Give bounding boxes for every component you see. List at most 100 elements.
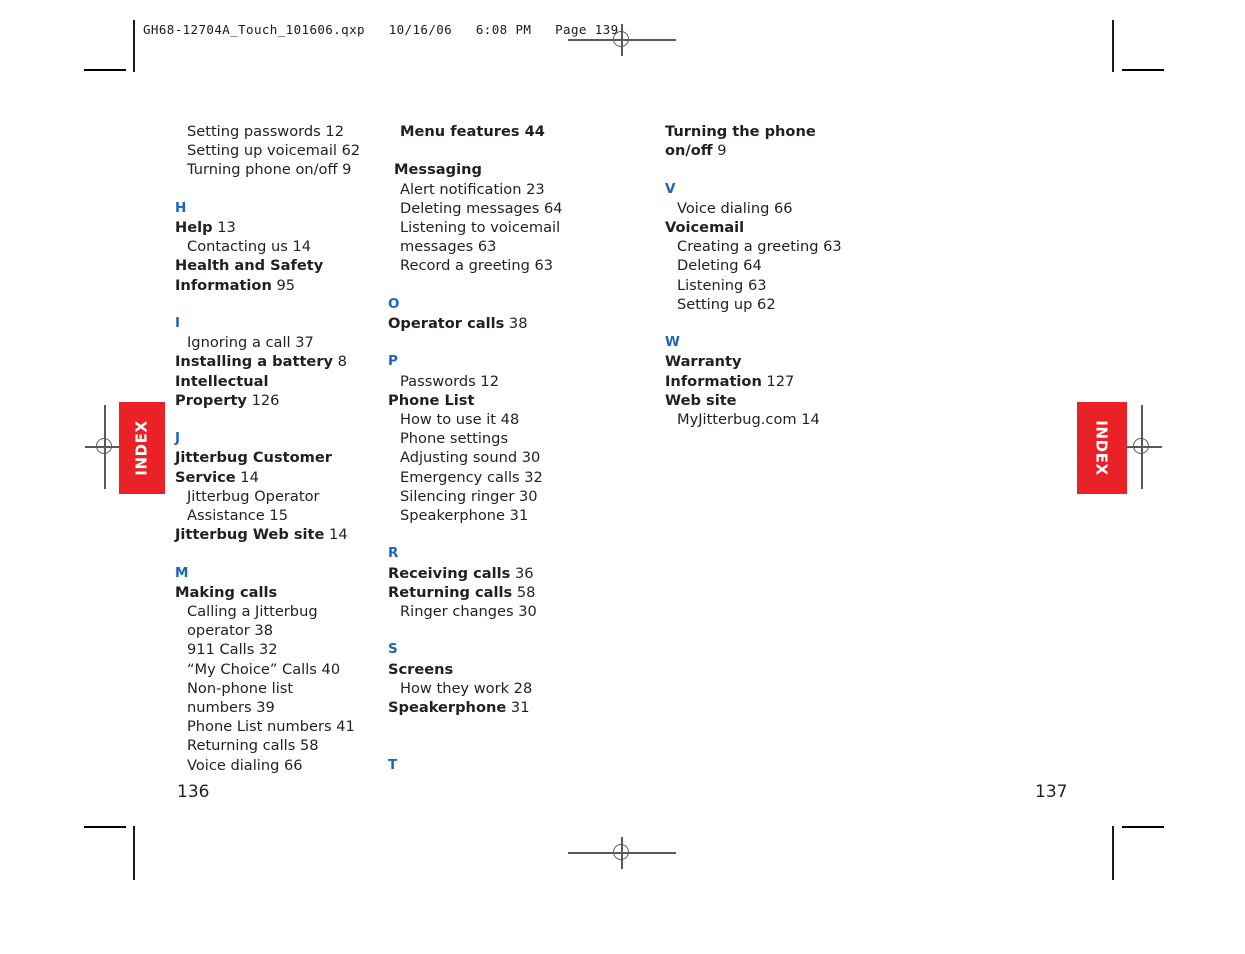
index-letter-heading: I [175,315,181,331]
index-subentry: Voice dialing 66 [665,199,895,218]
index-subentry: Speakerphone 31 [388,506,584,525]
index-subentry: Setting up voicemail 62 [175,141,371,160]
registration-ring [613,31,629,47]
index-entry-label: Setting passwords 12 [187,123,344,140]
registration-mark-right [1122,405,1162,489]
index-page-reference: 95 [271,276,296,294]
page-number-left: 136 [177,782,210,802]
index-spacer [175,180,371,199]
index-subentry-bold: Menu features 44 [388,122,584,141]
index-entry: Phone List [388,391,584,410]
index-subentry: How to use it 48 [388,410,584,429]
index-entry: Installing a battery 8 [175,352,371,371]
index-entry-label: Setting up 62 [677,295,776,313]
registration-ring [1133,438,1149,454]
index-entry: on/off 9 [665,141,895,160]
index-subentry: Returning calls 58 [175,736,371,755]
index-letter-heading: T [388,756,398,773]
index-letter-heading: P [388,353,399,370]
index-entry-label: Deleting messages 64 [400,199,563,217]
index-subentry: Setting passwords 12 [175,122,371,141]
index-entry-label: Menu [400,123,446,140]
index-spacer [388,621,584,640]
index-subentry: Deleting 64 [665,256,895,275]
index-entry: Screens [388,660,584,679]
index-page-reference: 127 [761,372,795,390]
index-page-reference: features 44 [445,123,545,140]
index-entry-label: Health and Safety [175,257,324,275]
index-subentry: Setting up 62 [665,295,895,314]
index-column-3: Turning the phone on/off 9 V Voice dialing … [665,122,895,429]
index-entry-label: Installing a battery [175,353,334,371]
index-letter-heading: S [388,641,399,658]
index-letter-heading: O [388,295,400,312]
index-entry: Property 126 [175,391,371,410]
index-entry: Voicemail [665,218,895,237]
index-tab-left-label: INDEX [133,420,151,476]
trim-line-bottom-left [133,826,135,880]
index-entry: Warranty [665,352,895,371]
index-spacer [388,333,584,352]
index-tab-left: INDEX [119,402,165,494]
index-subentry: Emergency calls 32 [388,468,584,487]
index-entry-label: Non-phone list [187,679,294,697]
index-subentry: “My Choice” Calls 40 [175,660,371,679]
index-spacer [388,276,584,295]
index-subentry: 911 Calls 32 [175,640,371,659]
index-entry-label: Listening 63 [677,276,767,294]
index-subentry: Listening to voicemail [388,218,584,237]
registration-ring [613,844,629,860]
index-subentry: messages 63 [388,237,584,256]
index-subentry: Listening 63 [665,276,895,295]
index-page-reference: 58 [512,583,536,601]
index-entry-label: Silencing ringer 30 [400,487,538,505]
index-subentry: Voice dialing 66 [175,756,371,775]
index-page-reference: 9 [712,142,727,160]
index-subentry: operator 38 [175,621,371,640]
index-column-1: Setting passwords 12 Setting up voicemail… [175,122,371,775]
index-entry-label: Information [175,276,272,294]
index-spacer [175,295,371,314]
index-entry-label: Phone List numbers 41 [187,718,355,736]
index-entry-label: Web site [665,391,737,409]
index-entry: Web site [665,391,895,410]
index-entry-label: Jitterbug Customer [175,449,332,467]
index-subentry: How they work 28 [388,679,584,698]
trim-line-top-left [133,20,135,72]
index-entry: Help 13 [175,218,371,237]
index-entry: Turning the phone [665,122,895,141]
crop-mark-top-right [1122,69,1164,72]
index-entry-label: Voice dialing 66 [677,199,793,217]
registration-ring [96,438,112,454]
index-subentry: Calling a Jitterbug [175,602,371,621]
index-tab-right-label: INDEX [1093,420,1111,476]
index-entry-label: Receiving calls [388,564,511,582]
index-entry-label: Voice dialing 66 [187,756,303,774]
index-subentry: Alert notification 23 [388,180,584,199]
index-subentry: Assistance 15 [175,506,371,525]
prepress-header-text: GH68-12704A_Touch_101606.qxp 10/16/06 6:… [143,22,619,37]
index-entry-label: Calling a Jitterbug [187,603,318,621]
index-entry-label: Operator calls [388,315,505,332]
index-letter-heading: M [175,564,189,581]
index-spacer [388,525,584,544]
index-page-reference: 14 [235,468,259,486]
index-subentry: numbers 39 [175,698,371,717]
index-subentry: Ignoring a call 37 [175,333,371,352]
index-page-reference: 13 [212,219,236,236]
index-entry-label: Alert notification 23 [400,180,545,198]
index-entry: Information 127 [665,372,895,391]
index-entry: Health and Safety [175,256,371,275]
crop-mark-bottom-right [1122,826,1164,829]
index-page-reference: 38 [504,315,528,332]
crop-mark-top-left [84,69,126,72]
index-letter-heading: R [388,545,399,562]
index-entry-label: Returning calls [388,583,513,601]
index-subentry: MyJitterbug.com 14 [665,410,895,429]
index-tab-right: INDEX [1077,402,1127,494]
index-spacer [175,410,371,429]
index-entry: Intellectual [175,372,371,391]
index-entry-label: Contacting us 14 [187,238,312,256]
index-entry-label: How they work 28 [400,679,533,697]
index-subentry: Contacting us 14 [175,237,371,256]
